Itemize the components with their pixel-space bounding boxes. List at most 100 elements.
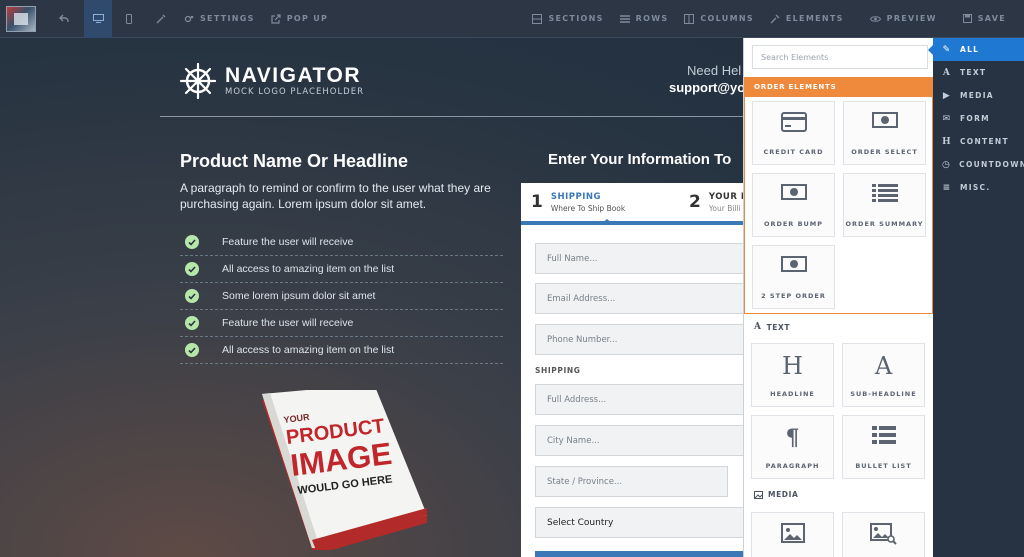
headline-icon: H: [782, 352, 803, 380]
category-media[interactable]: ▶ MEDIA: [933, 84, 1024, 107]
rows-icon: [619, 14, 630, 23]
popup-button[interactable]: POP UP: [263, 0, 336, 38]
category-form[interactable]: ✉ FORM: [933, 107, 1024, 130]
element-paragraph[interactable]: ¶ PARAGRAPH: [751, 415, 834, 479]
preview-label: PREVIEW: [886, 14, 937, 23]
list-item: All access to amazing item on the list: [180, 256, 503, 283]
columns-button[interactable]: COLUMNS: [676, 0, 762, 38]
mobile-icon: [126, 13, 132, 24]
list-item: Some lorem ipsum dolor sit amet: [180, 283, 503, 310]
email-field[interactable]: Email Address...: [535, 283, 746, 314]
list-icon: [871, 184, 898, 202]
submit-button[interactable]: [535, 551, 746, 557]
mobile-view-button[interactable]: [112, 0, 146, 38]
money-icon: [780, 184, 807, 200]
phone-field[interactable]: Phone Number...: [535, 324, 746, 355]
step-shipping[interactable]: 1 SHIPPING Where To Ship Book: [521, 183, 679, 221]
info-heading: Enter Your Information To: [548, 151, 732, 168]
element-sub-headline[interactable]: A SUB-HEADLINE: [842, 343, 925, 407]
element-categories: ✎ ALL A TEXT ▶ MEDIA ✉ FORM H CONTENT ◷ …: [928, 38, 1024, 557]
step-billing[interactable]: 2 YOUR I Your Billi: [679, 183, 745, 221]
sections-button[interactable]: SECTIONS: [524, 0, 611, 38]
envelope-icon: ✉: [942, 113, 952, 124]
element-2-step-order[interactable]: 2 STEP ORDER: [752, 245, 835, 309]
clock-icon: ◷: [942, 159, 952, 170]
element-order-select[interactable]: ORDER SELECT: [843, 101, 926, 165]
element-order-summary[interactable]: ORDER SUMMARY: [843, 173, 926, 237]
tools-button[interactable]: [146, 0, 176, 38]
category-label: TEXT: [960, 68, 987, 77]
check-icon: [185, 235, 199, 249]
elements-button[interactable]: ELEMENTS: [762, 0, 852, 38]
settings-button[interactable]: SETTINGS: [176, 0, 263, 38]
media-section-label: MEDIA: [754, 490, 798, 499]
rows-button[interactable]: ROWS: [612, 0, 677, 38]
credit-card-icon: [780, 112, 807, 132]
full-name-field[interactable]: Full Name...: [535, 243, 746, 274]
step-number: 1: [531, 192, 543, 212]
logo-title: NAVIGATOR: [225, 64, 362, 87]
feature-text: Feature the user will receive: [222, 236, 354, 248]
elements-label: ELEMENTS: [785, 14, 844, 23]
category-countdown[interactable]: ◷ COUNTDOWN: [933, 153, 1024, 176]
preview-button[interactable]: PREVIEW: [852, 0, 945, 38]
feature-list: Feature the user will receive All access…: [180, 229, 503, 364]
list-item: Feature the user will receive: [180, 310, 503, 337]
product-paragraph: A paragraph to remind or confirm to the …: [180, 181, 491, 211]
element-image[interactable]: [751, 512, 834, 557]
logo-subtitle: MOCK LOGO PLACEHOLDER: [225, 87, 365, 97]
step-title: SHIPPING: [550, 191, 601, 202]
magic-wand-icon: [156, 14, 166, 23]
desktop-view-button[interactable]: [84, 0, 112, 38]
columns-label: COLUMNS: [700, 14, 754, 23]
money-icon: [780, 256, 807, 272]
category-all[interactable]: ✎ ALL: [928, 38, 1024, 61]
element-bullet-list[interactable]: BULLET LIST: [842, 415, 925, 479]
check-icon: [185, 289, 199, 303]
feature-text: All access to amazing item on the list: [222, 344, 395, 356]
element-credit-card[interactable]: CREDIT CARD: [752, 101, 835, 165]
order-form: 1 SHIPPING Where To Ship Book 2 YOUR I Y…: [521, 183, 746, 557]
text-icon: A: [754, 322, 762, 332]
order-elements-box: CREDIT CARD ORDER SELECT ORDER BUMP ORDE…: [744, 97, 933, 314]
category-misc[interactable]: ≡ MISC.: [933, 176, 1024, 199]
help-text: Need Hel: [687, 63, 742, 78]
category-content[interactable]: H CONTENT: [933, 130, 1024, 153]
save-label: SAVE: [977, 14, 1006, 23]
eye-icon: [869, 15, 881, 22]
list-item: Feature the user will receive: [180, 229, 503, 256]
text-section-label: A TEXT: [754, 322, 790, 332]
feature-text: Feature the user will receive: [222, 317, 354, 329]
logo: NAVIGATOR MOCK LOGO PLACEHOLDER: [179, 62, 364, 100]
check-icon: [185, 343, 199, 357]
state-field[interactable]: State / Province...: [535, 466, 728, 497]
city-field[interactable]: City Name...: [535, 425, 746, 456]
step-number: 2: [689, 192, 701, 212]
element-headline[interactable]: H HEADLINE: [751, 343, 834, 407]
order-elements-header: ORDER ELEMENTS: [744, 77, 934, 97]
category-text[interactable]: A TEXT: [933, 61, 1024, 84]
category-label: CONTENT: [960, 137, 1009, 146]
columns-icon: [684, 13, 695, 24]
desktop-icon: [92, 14, 104, 23]
element-image-zoom[interactable]: [842, 512, 925, 557]
address-field[interactable]: Full Address...: [535, 384, 746, 415]
category-label: FORM: [960, 114, 990, 123]
money-icon: [871, 112, 898, 128]
rows-label: ROWS: [635, 14, 669, 23]
section-title: MEDIA: [768, 490, 799, 499]
sub-headline-icon: A: [874, 352, 893, 380]
page-thumbnail[interactable]: [6, 5, 36, 32]
save-button[interactable]: SAVE: [945, 0, 1024, 38]
section-title: TEXT: [766, 322, 791, 332]
header-icon: H: [942, 136, 952, 147]
elements-panel: Search Elements ORDER ELEMENTS CREDIT CA…: [743, 38, 934, 557]
feature-text: All access to amazing item on the list: [222, 263, 395, 275]
undo-button[interactable]: [44, 0, 84, 38]
tile-label: SUB-HEADLINE: [850, 390, 917, 398]
picture-zoom-icon: [869, 523, 897, 545]
element-order-bump[interactable]: ORDER BUMP: [752, 173, 835, 237]
search-elements-input[interactable]: Search Elements: [752, 45, 928, 69]
tile-label: HEADLINE: [770, 390, 815, 398]
country-select[interactable]: Select Country: [535, 507, 746, 538]
